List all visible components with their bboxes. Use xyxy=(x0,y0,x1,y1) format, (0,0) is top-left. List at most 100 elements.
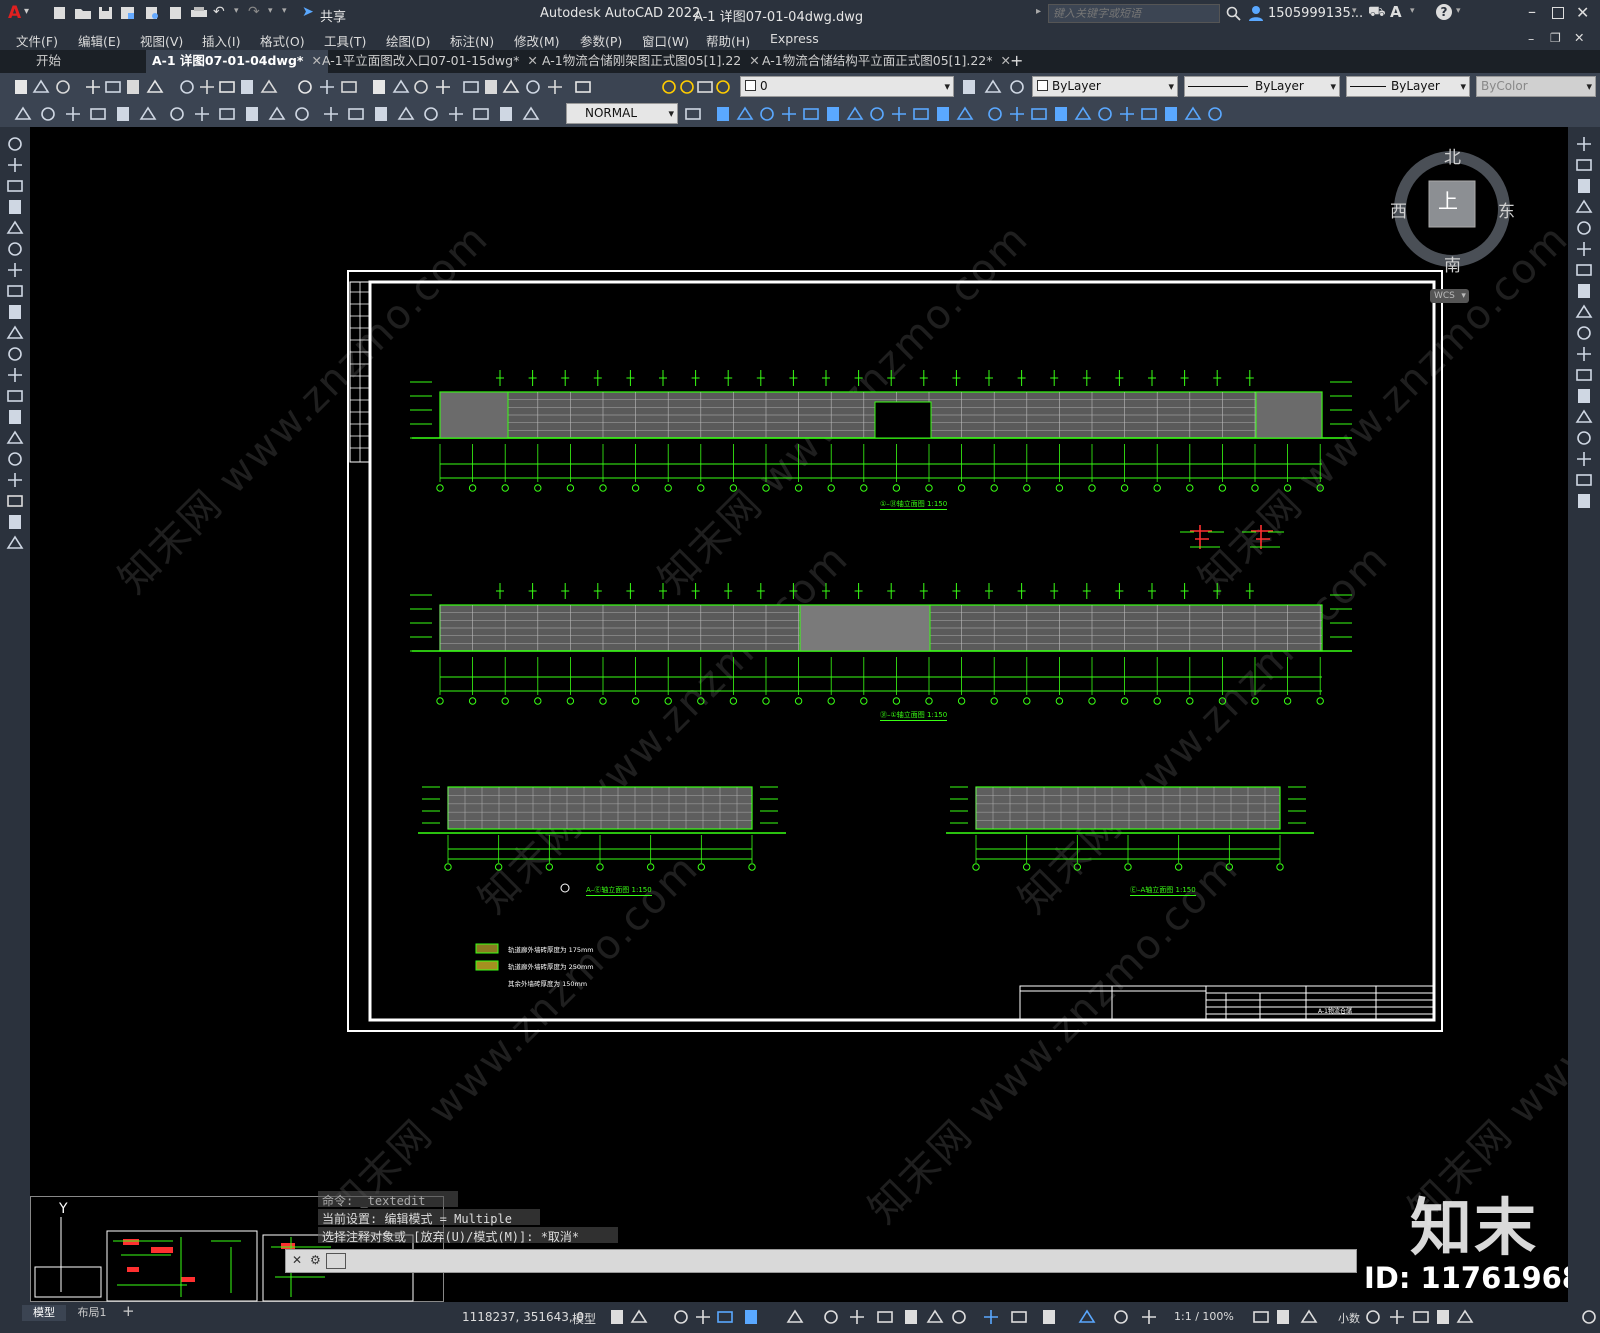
redo-icon[interactable] xyxy=(318,78,336,96)
menu-tools[interactable]: 工具(T) xyxy=(324,31,366,50)
dynamic-input-icon[interactable] xyxy=(694,1308,712,1326)
search-expand-icon[interactable]: ▸ xyxy=(1036,6,1041,17)
undo-icon[interactable]: ↶ xyxy=(213,4,225,20)
user-chevron-icon[interactable]: ▾ xyxy=(1352,6,1357,16)
arc-length-icon[interactable] xyxy=(64,105,82,123)
padlock-icon[interactable] xyxy=(714,78,732,96)
line-icon[interactable] xyxy=(6,135,24,153)
sweep-icon[interactable] xyxy=(912,105,930,123)
chamfer-icon[interactable] xyxy=(1575,429,1593,447)
model-space-toggle[interactable]: 模型 xyxy=(572,1310,596,1327)
share-icon[interactable]: ➤ xyxy=(302,4,314,20)
menu-draw[interactable]: 绘图(D) xyxy=(386,31,430,50)
copy-object-icon[interactable] xyxy=(1575,156,1593,174)
layer-match-icon[interactable] xyxy=(960,78,978,96)
auto-scale-icon[interactable] xyxy=(1112,1308,1130,1326)
print-preview-icon[interactable] xyxy=(104,78,122,96)
drawing-canvas[interactable]: 知末网 www.znzmo.com 知末网 www.znzmo.com 知末网 … xyxy=(30,127,1568,1302)
add-selected-icon[interactable] xyxy=(6,534,24,552)
box-icon[interactable] xyxy=(714,105,732,123)
inspect-icon[interactable] xyxy=(397,105,415,123)
new-file-icon[interactable] xyxy=(52,6,68,20)
sheet-set-icon[interactable] xyxy=(502,78,520,96)
selection-cycling-icon[interactable] xyxy=(926,1308,944,1326)
revision-cloud-icon[interactable] xyxy=(6,282,24,300)
command-prompt-icon[interactable] xyxy=(326,1253,346,1269)
quickcalc-icon[interactable] xyxy=(546,78,564,96)
open-folder-icon[interactable] xyxy=(74,6,92,20)
angular-dim-icon[interactable] xyxy=(193,105,211,123)
rectangle-icon[interactable] xyxy=(6,219,24,237)
break-dim-icon[interactable] xyxy=(322,105,340,123)
print-icon[interactable] xyxy=(84,78,102,96)
units-display[interactable]: 小数 xyxy=(1338,1310,1360,1326)
transparency-icon[interactable] xyxy=(902,1308,920,1326)
rotate-icon[interactable] xyxy=(1575,261,1593,279)
a360-chevron-icon[interactable]: ▾ xyxy=(1410,6,1415,16)
polar-icon[interactable] xyxy=(742,1308,760,1326)
tab-drawing-4[interactable]: A-1物流合储结构平立面正式图05[1].22* ✕ xyxy=(756,50,1017,73)
zoom-realtime-icon[interactable] xyxy=(370,78,388,96)
light-bulb-icon[interactable] xyxy=(660,78,678,96)
make-block-icon[interactable] xyxy=(6,387,24,405)
3d-mirror-icon[interactable] xyxy=(1118,105,1136,123)
quick-dim-icon[interactable] xyxy=(218,105,236,123)
layer-freeze-vp-icon[interactable] xyxy=(696,78,714,96)
intersect-icon[interactable] xyxy=(1008,105,1026,123)
workspace-icon[interactable] xyxy=(1252,1308,1270,1326)
lock-ui-icon[interactable] xyxy=(1388,1308,1406,1326)
union-icon[interactable] xyxy=(956,105,974,123)
doc-restore-icon[interactable]: ❐ xyxy=(1550,31,1561,45)
sphere-icon[interactable] xyxy=(780,105,798,123)
close-icon[interactable]: ✕ xyxy=(1576,3,1589,22)
wcs-menu[interactable]: WCS ▾ xyxy=(1430,289,1469,303)
erase-icon[interactable] xyxy=(1575,135,1593,153)
diameter-dim-icon[interactable] xyxy=(168,105,186,123)
open-icon[interactable] xyxy=(32,78,50,96)
menu-help[interactable]: 帮助(H) xyxy=(706,31,750,50)
tolerance-icon[interactable] xyxy=(347,105,365,123)
ellipse-icon[interactable] xyxy=(6,324,24,342)
minimize-icon[interactable]: – xyxy=(1528,2,1536,21)
circle-icon[interactable] xyxy=(6,261,24,279)
flatshot-icon[interactable] xyxy=(1184,105,1202,123)
undo-icon[interactable] xyxy=(296,78,314,96)
trim-icon[interactable] xyxy=(1575,324,1593,342)
block-editor-icon[interactable] xyxy=(260,78,278,96)
tab-active-drawing[interactable]: A-1 详图07-01-04dwg* ✕ xyxy=(146,50,328,73)
layer-dropdown[interactable]: 0 xyxy=(740,76,954,97)
move-icon[interactable] xyxy=(1575,240,1593,258)
insert-block-icon[interactable] xyxy=(6,366,24,384)
compass-east[interactable]: 东 xyxy=(1498,197,1515,222)
compass-west[interactable]: 西 xyxy=(1390,197,1407,222)
polygon-icon[interactable] xyxy=(6,198,24,216)
dynamic-ucs-icon[interactable] xyxy=(982,1308,1000,1326)
layer-previous-icon[interactable] xyxy=(984,78,1002,96)
section-plane-icon[interactable] xyxy=(1162,105,1180,123)
quick-access-customize-icon[interactable]: ▾ xyxy=(282,6,287,16)
copy-icon[interactable] xyxy=(198,78,216,96)
stretch-icon[interactable] xyxy=(1575,303,1593,321)
isolate-objects-icon[interactable] xyxy=(1412,1308,1430,1326)
design-center-icon[interactable] xyxy=(462,78,480,96)
3d-align-icon[interactable] xyxy=(1096,105,1114,123)
center-mark-icon[interactable] xyxy=(372,105,390,123)
menu-file[interactable]: 文件(F) xyxy=(16,31,58,50)
multiline-text-icon[interactable] xyxy=(6,513,24,531)
ordinate-dim-icon[interactable] xyxy=(89,105,107,123)
lineweight-icon[interactable] xyxy=(876,1308,894,1326)
command-close-icon[interactable]: ✕ xyxy=(292,1253,302,1267)
coordinates-readout[interactable]: 1118237, 351643, 0 xyxy=(462,1310,584,1324)
graphics-performance-icon[interactable] xyxy=(1434,1308,1452,1326)
plot-icon[interactable] xyxy=(190,6,208,20)
menu-view[interactable]: 视图(V) xyxy=(140,31,183,50)
pyramid-icon[interactable] xyxy=(802,105,820,123)
help-icon[interactable] xyxy=(574,78,592,96)
cut-icon[interactable] xyxy=(178,78,196,96)
customize-icon[interactable] xyxy=(1580,1308,1598,1326)
publish-icon[interactable] xyxy=(124,78,142,96)
object-snap-tracking-icon[interactable] xyxy=(822,1308,840,1326)
share-label[interactable]: 共享 xyxy=(320,6,346,25)
wedge-icon[interactable] xyxy=(824,105,842,123)
menu-window[interactable]: 窗口(W) xyxy=(642,31,689,50)
